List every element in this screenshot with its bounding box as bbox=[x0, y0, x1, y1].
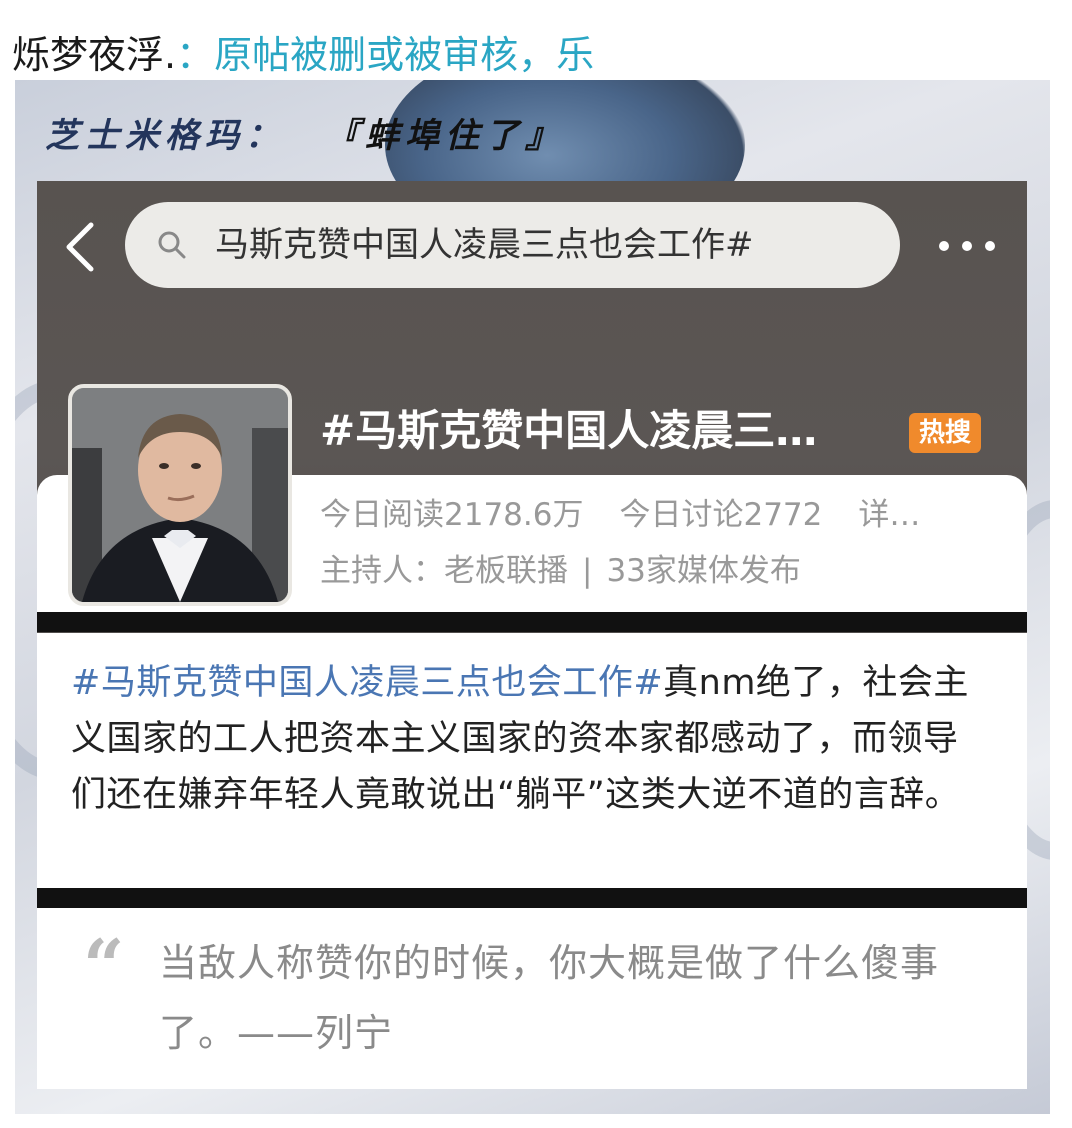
more-horizontal-icon bbox=[939, 241, 995, 251]
attached-image[interactable]: 芝士米格玛： 『蚌埠住了』 马斯克赞中国人凌晨三点也会工作# 今日阅读2178.… bbox=[15, 80, 1050, 1114]
search-icon bbox=[158, 231, 186, 259]
post-separator: ： bbox=[176, 33, 215, 77]
post-author[interactable]: 烁梦夜浮. bbox=[12, 33, 176, 77]
quote-box: “ 当敌人称赞你的时候，你大概是做了什么傻事了。——列宁 bbox=[37, 908, 1027, 1089]
info-divider: | bbox=[582, 553, 593, 589]
chevron-left-icon bbox=[66, 222, 94, 272]
search-bar[interactable]: 马斯克赞中国人凌晨三点也会工作# bbox=[125, 202, 900, 288]
more-button[interactable] bbox=[932, 211, 1002, 281]
media-count[interactable]: 33家媒体发布 bbox=[606, 553, 800, 589]
hashtag-link[interactable]: #马斯克赞中国人凌晨三点也会工作# bbox=[71, 663, 663, 703]
caption-speaker: 芝士米格玛： bbox=[45, 116, 285, 156]
host-label[interactable]: 主持人：老板联播 bbox=[320, 553, 568, 589]
back-button[interactable] bbox=[61, 219, 101, 275]
details-link[interactable]: 详… bbox=[858, 497, 920, 533]
weibo-screenshot: 马斯克赞中国人凌晨三点也会工作# 今日阅读2178.6万 今日讨论2772 详… 主… bbox=[37, 181, 1027, 1089]
topic-title[interactable]: #马斯克赞中国人凌晨三… bbox=[320, 403, 817, 459]
hot-badge: 热搜 bbox=[909, 413, 981, 453]
topic-stats: 今日阅读2178.6万 今日讨论2772 详… bbox=[320, 495, 956, 535]
topic-host-info: 主持人：老板联播 | 33家媒体发布 bbox=[320, 551, 801, 591]
caption-quote: 『蚌埠住了』 bbox=[325, 116, 565, 156]
post-body: #马斯克赞中国人凌晨三点也会工作#真nm绝了，社会主义国家的工人把资本主义国家的… bbox=[37, 633, 1027, 888]
search-query: 马斯克赞中国人凌晨三点也会工作# bbox=[215, 225, 754, 265]
reads-count: 今日阅读2178.6万 bbox=[320, 497, 584, 533]
quote-mark-icon: “ bbox=[83, 923, 125, 1008]
section-divider bbox=[37, 612, 1027, 632]
quote-text: 当敌人称赞你的时候，你大概是做了什么傻事了。——列宁 bbox=[159, 941, 940, 1055]
image-caption: 芝士米格玛： 『蚌埠住了』 bbox=[45, 108, 565, 157]
post-text: 原帖被删或被审核，乐 bbox=[214, 33, 595, 77]
post-header: 烁梦夜浮.：原帖被删或被审核，乐 bbox=[12, 30, 594, 80]
section-divider bbox=[37, 888, 1027, 908]
discussions-count: 今日讨论2772 bbox=[619, 497, 823, 533]
person-photo bbox=[72, 388, 288, 602]
topic-avatar bbox=[68, 384, 292, 606]
